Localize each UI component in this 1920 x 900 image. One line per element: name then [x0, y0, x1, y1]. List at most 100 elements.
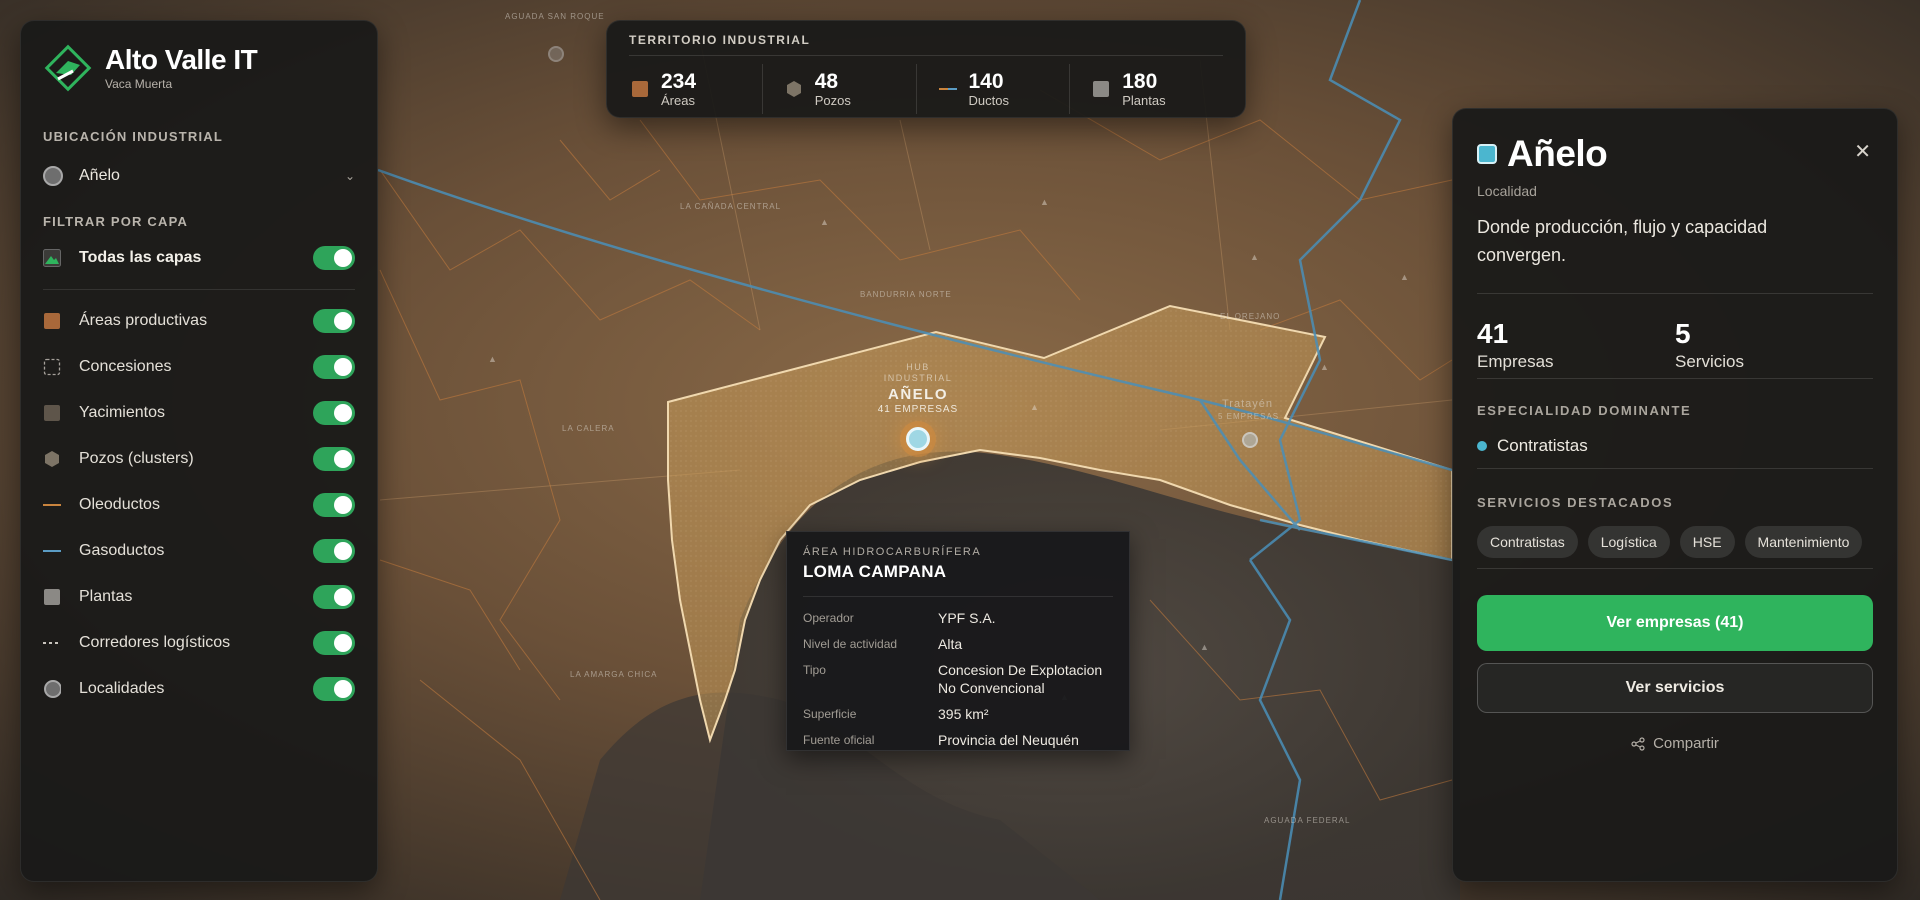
tooltip-key: Nivel de actividad — [803, 637, 898, 651]
service-chip[interactable]: HSE — [1679, 526, 1735, 558]
layer-row-corredores[interactable]: Corredores logísticos — [43, 620, 355, 666]
service-chip[interactable]: Logística — [1587, 526, 1670, 558]
anelo-locality-marker[interactable] — [906, 427, 930, 451]
services-section-title: SERVICIOS DESTACADOS — [1477, 495, 1674, 510]
toggle-switch[interactable] — [313, 539, 355, 563]
view-services-button[interactable]: Ver servicios — [1477, 663, 1873, 713]
metric-label: Empresas — [1477, 352, 1554, 371]
tooltip-row: Nivel de actividad Alta — [803, 631, 1113, 657]
share-icon — [1631, 736, 1645, 751]
layer-label: Oleoductos — [79, 496, 160, 513]
gray-brown-square-icon — [43, 404, 61, 422]
toggle-switch[interactable] — [313, 677, 355, 701]
detail-title: Añelo — [1507, 133, 1608, 174]
tooltip-key: Operador — [803, 611, 854, 625]
layer-row-oleoductos[interactable]: Oleoductos — [43, 482, 355, 528]
location-value: Añelo — [79, 167, 120, 184]
divider — [1477, 293, 1873, 294]
gray-circle-icon — [43, 680, 61, 698]
layer-row-concesiones[interactable]: Concesiones — [43, 344, 355, 390]
divider — [1477, 568, 1873, 569]
service-chip[interactable]: Contratistas — [1477, 526, 1578, 558]
toggle-switch[interactable] — [313, 246, 355, 270]
view-companies-button[interactable]: Ver empresas (41) — [1477, 595, 1873, 651]
map-label: LA CAÑADA CENTRAL — [680, 202, 782, 211]
metric-servicios: 5 Servicios — [1675, 318, 1873, 372]
layer-label: Gasoductos — [79, 542, 165, 559]
map-label: LA CALERA — [562, 424, 615, 433]
brand-title: Alto Valle IT — [105, 44, 258, 75]
share-button[interactable]: Compartir — [1477, 735, 1873, 752]
stat-value: 234 — [661, 70, 697, 93]
layer-row-localidades[interactable]: Localidades — [43, 666, 355, 712]
service-chips: Contratistas Logística HSE Mantenimiento — [1477, 526, 1873, 558]
stat-value: 140 — [968, 70, 1004, 93]
brand-subtitle: Vaca Muerta — [105, 77, 173, 91]
layer-label: Localidades — [79, 680, 165, 697]
service-chip[interactable]: Mantenimiento — [1744, 526, 1863, 558]
stat-value: 48 — [814, 70, 839, 93]
layer-row-all[interactable]: Todas las capas — [43, 235, 355, 281]
toggle-switch[interactable] — [313, 401, 355, 425]
layer-label: Yacimientos — [79, 404, 165, 421]
metric-value: 5 — [1675, 318, 1691, 349]
tooltip-value: 395 km² — [938, 706, 989, 722]
toggle-switch[interactable] — [313, 447, 355, 471]
toggle-switch[interactable] — [313, 631, 355, 655]
locality-marker-tratayen[interactable] — [1242, 432, 1258, 448]
chevron-down-icon: ⌄ — [344, 169, 355, 183]
hub-sub-label: INDUSTRIAL — [883, 373, 953, 383]
tooltip-row: Fuente oficial Provincia del Neuquén — [803, 727, 1113, 753]
map-label: 5 EMPRESAS — [1218, 412, 1280, 421]
divider — [629, 55, 1223, 56]
tooltip-row: Tipo Concesion De Explotacion No Convenci… — [803, 657, 1113, 701]
hexagon-icon — [43, 450, 61, 468]
layer-row-yacimientos[interactable]: Yacimientos — [43, 390, 355, 436]
map-label: LA AMARGA CHICA — [570, 670, 658, 679]
locality-detail-panel: Añelo ✕ Localidad Donde producción, fluj… — [1452, 108, 1898, 882]
gray-square-icon — [1092, 80, 1110, 98]
metric-label: Servicios — [1675, 352, 1744, 371]
stat-plantas: 180 Plantas — [1070, 64, 1223, 114]
layer-row-pozos[interactable]: Pozos (clusters) — [43, 436, 355, 482]
tooltip-key: Fuente oficial — [803, 733, 875, 747]
location-select[interactable]: Añelo ⌄ — [43, 160, 355, 192]
tooltip-key: Tipo — [803, 663, 826, 677]
layer-row-areas[interactable]: Áreas productivas — [43, 298, 355, 344]
brown-square-icon — [631, 80, 649, 98]
layer-label: Áreas productivas — [79, 312, 208, 329]
share-label: Compartir — [1653, 735, 1719, 752]
svg-text:▲: ▲ — [1320, 362, 1329, 372]
layer-label: Plantas — [79, 588, 133, 605]
toggle-switch[interactable] — [313, 493, 355, 517]
toggle-switch[interactable] — [313, 309, 355, 333]
close-icon[interactable]: ✕ — [1854, 139, 1871, 164]
divider — [43, 289, 355, 290]
brand: Alto Valle IT Vaca Muerta — [43, 43, 355, 93]
map-label: BANDURRIA NORTE — [860, 290, 952, 299]
hexagon-icon — [785, 80, 803, 98]
tooltip-value: Alta — [938, 636, 963, 652]
stat-label: Ductos — [968, 93, 1009, 108]
toggle-switch[interactable] — [313, 585, 355, 609]
toggle-switch[interactable] — [313, 355, 355, 379]
tooltip-title: LOMA CAMPANA — [803, 562, 947, 581]
layer-row-gasoductos[interactable]: Gasoductos — [43, 528, 355, 574]
blue-line-icon — [43, 542, 61, 560]
tooltip-value: Concesion De Explotacion No Convencional — [938, 662, 1103, 696]
layer-sidebar: Alto Valle IT Vaca Muerta UBICACIÓN INDU… — [20, 20, 378, 882]
detail-header: Añelo — [1477, 133, 1873, 175]
specialty-dot-icon — [1477, 441, 1487, 451]
dashed-square-icon — [43, 358, 61, 376]
locality-marker[interactable] — [548, 46, 564, 62]
layer-label: Pozos (clusters) — [79, 450, 194, 467]
specialty-label: Contratistas — [1497, 436, 1588, 455]
hub-label: HUB INDUSTRIAL AÑELO 41 EMPRESAS — [858, 362, 978, 415]
map-label: Aguada San Roque — [505, 12, 605, 21]
layer-row-plantas[interactable]: Plantas — [43, 574, 355, 620]
locality-circle-icon — [43, 166, 63, 186]
svg-text:▲: ▲ — [1200, 642, 1209, 652]
divider — [1477, 468, 1873, 469]
filter-section-title: FILTRAR POR CAPA — [43, 214, 189, 229]
brand-logo-icon — [44, 44, 92, 92]
